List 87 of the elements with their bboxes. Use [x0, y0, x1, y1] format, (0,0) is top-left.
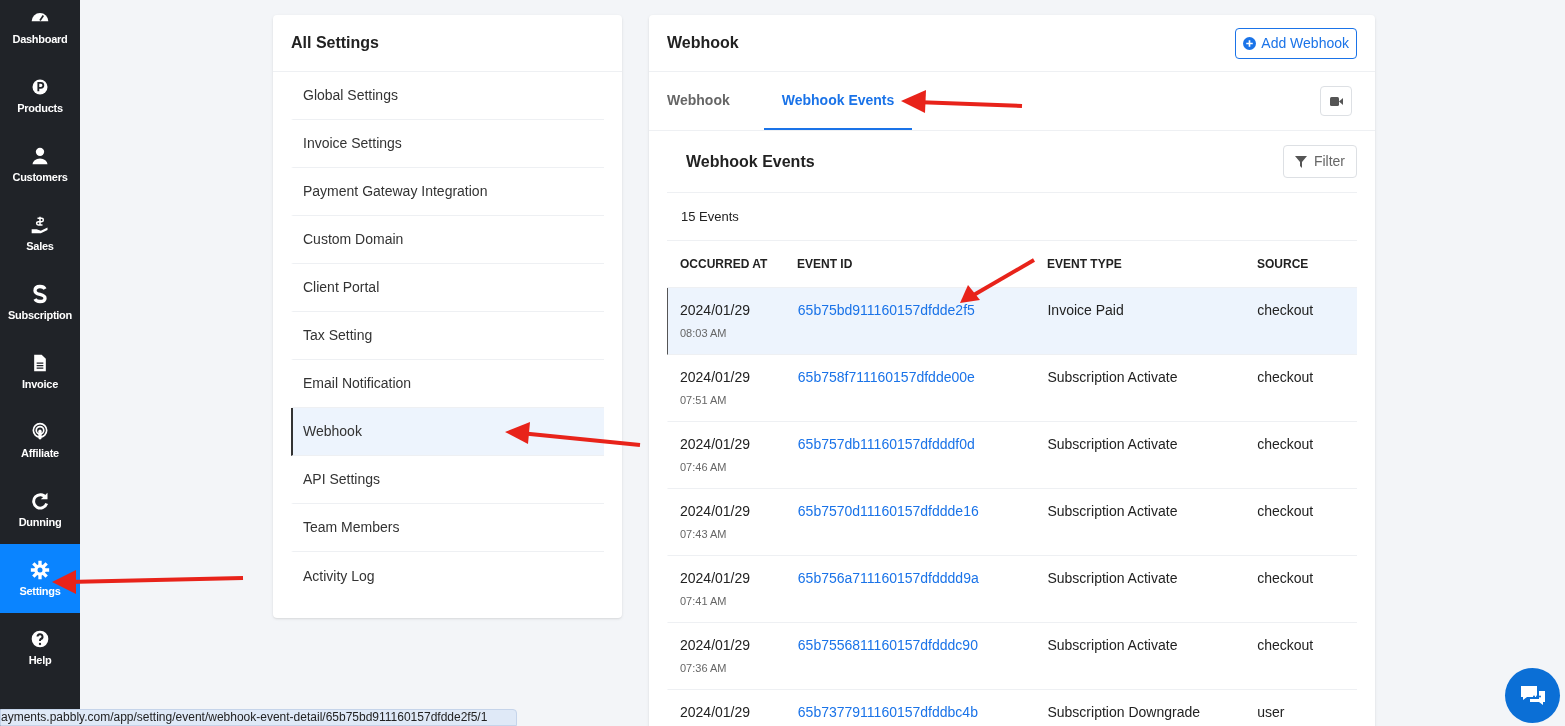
settings-menu-item[interactable]: Client Portal: [291, 264, 604, 312]
settings-menu-item[interactable]: Activity Log: [291, 552, 604, 600]
add-webhook-button[interactable]: Add Webhook: [1235, 27, 1357, 59]
table-row[interactable]: 2024/01/29 65b7377911160157dfddbc4b Subscription Downgrade user: [667, 690, 1357, 726]
sidebar-item[interactable]: Subscription: [0, 268, 80, 337]
settings-menu-item[interactable]: Custom Domain: [291, 216, 604, 264]
table-cell-text: Subscription Activate: [1047, 636, 1179, 655]
settings-title: All Settings: [273, 15, 622, 72]
settings-menu-item[interactable]: Payment Gateway Integration: [291, 168, 604, 216]
settings-menu-item[interactable]: Global Settings: [291, 72, 604, 120]
table-cell-text: checkout: [1257, 502, 1315, 521]
event-date: 2024/01/29: [680, 435, 752, 454]
tab[interactable]: Webhook: [667, 72, 730, 130]
event-date: 2024/01/29: [680, 301, 752, 320]
table-cell-text: user: [1257, 703, 1286, 722]
s-letter-icon: [30, 284, 50, 304]
help-icon: [30, 629, 50, 649]
event-date: 2024/01/29: [680, 703, 752, 722]
event-id-link[interactable]: 65b758f711160157dfdde00e: [797, 369, 975, 385]
filter-icon: [1294, 155, 1307, 168]
event-time: 08:03 AM: [680, 326, 728, 341]
p-circle-icon: [30, 77, 50, 97]
table-cell-text: Invoice Paid: [1047, 301, 1125, 320]
event-id-link[interactable]: 65b7570d11160157dfddde16: [797, 503, 979, 519]
event-id-link[interactable]: 65b7377911160157dfddbc4b: [797, 704, 978, 720]
sidebar-item[interactable]: Dashboard: [0, 0, 80, 61]
filter-button[interactable]: Filter: [1282, 145, 1357, 178]
table-row[interactable]: 2024/01/29 07:36 AM 65b7556811160157dfdddc90 Subscription Activate checkout: [667, 623, 1357, 690]
table-cell-text: Subscription Activate: [1047, 569, 1179, 588]
settings-menu-item[interactable]: API Settings: [291, 456, 604, 504]
table-row[interactable]: 2024/01/29 07:43 AM 65b7570d11160157dfddde16 Subscription Activate checkout: [667, 489, 1357, 556]
column-header: EVENT TYPE: [1047, 256, 1123, 273]
event-count: 15 Events: [681, 207, 739, 226]
event-date: 2024/01/29: [680, 636, 752, 655]
podcast-icon: [30, 422, 50, 442]
event-time: 07:41 AM: [680, 594, 728, 609]
sidebar-item[interactable]: Settings: [0, 544, 80, 613]
hand-dollar-icon: [30, 215, 50, 235]
event-date: 2024/01/29: [680, 569, 752, 588]
settings-menu-item[interactable]: Tax Setting: [291, 312, 604, 360]
event-id-link[interactable]: 65b75bd911160157dfdde2f5: [797, 302, 975, 318]
sidebar-item[interactable]: Invoice: [0, 337, 80, 406]
event-id-link[interactable]: 65b7556811160157dfdddc90: [797, 637, 978, 653]
table-cell-text: checkout: [1257, 368, 1315, 387]
event-time: 07:46 AM: [680, 460, 728, 475]
column-header: EVENT ID: [797, 256, 854, 273]
settings-menu-item[interactable]: Webhook: [291, 408, 604, 456]
event-time: 07:36 AM: [680, 661, 728, 676]
table-cell-text: Subscription Activate: [1047, 502, 1179, 521]
sidebar-item[interactable]: Products: [0, 61, 80, 130]
table-row[interactable]: 2024/01/29 07:41 AM 65b756a711160157dfdddd9a Subscription Activate checkout: [667, 556, 1357, 623]
panel-title: Webhook: [667, 33, 739, 53]
event-time: 07:51 AM: [680, 393, 728, 408]
table-row[interactable]: 2024/01/29 08:03 AM 65b75bd911160157dfdde2f5 Invoice Paid checkout: [667, 288, 1357, 355]
event-date: 2024/01/29: [680, 368, 752, 387]
sidebar-item[interactable]: Help: [0, 613, 80, 682]
section-title: Webhook Events: [686, 151, 815, 172]
table-cell-text: checkout: [1257, 569, 1315, 588]
sidebar-item[interactable]: Customers: [0, 130, 80, 199]
event-id-link[interactable]: 65b756a711160157dfdddd9a: [797, 570, 979, 586]
settings-icon: [30, 560, 50, 580]
event-id-link[interactable]: 65b757db11160157dfdddf0d: [797, 436, 975, 452]
settings-menu-item[interactable]: Invoice Settings: [291, 120, 604, 168]
user-icon: [30, 146, 50, 166]
table-cell-text: checkout: [1257, 435, 1315, 454]
redo-icon: [30, 491, 50, 511]
table-cell-text: Subscription Activate: [1047, 368, 1179, 387]
table-cell-text: Subscription Downgrade: [1047, 703, 1201, 722]
settings-menu-item[interactable]: Team Members: [291, 504, 604, 552]
event-date: 2024/01/29: [680, 502, 752, 521]
plus-circle-icon: [1243, 36, 1257, 50]
table-row[interactable]: 2024/01/29 07:46 AM 65b757db11160157dfdddf0d Subscription Activate checkout: [667, 422, 1357, 489]
column-header: SOURCE: [1257, 256, 1310, 273]
table-row[interactable]: 2024/01/29 07:51 AM 65b758f711160157dfdde00e Subscription Activate checkout: [667, 355, 1357, 422]
table-cell-text: Subscription Activate: [1047, 435, 1179, 454]
video-camera-icon: [1329, 96, 1343, 106]
table-cell-text: checkout: [1257, 636, 1315, 655]
column-header: OCCURRED AT: [679, 256, 769, 273]
status-bar-url: ayments.pabbly.com/app/setting/event/webhook-event-detail/65b75bd911160157dfdde2f5/1: [0, 709, 517, 726]
sidebar-item[interactable]: Sales: [0, 199, 80, 268]
event-time: 07:43 AM: [680, 527, 728, 542]
sidebar-item[interactable]: Affiliate: [0, 406, 80, 475]
sidebar-item[interactable]: Dunning: [0, 475, 80, 544]
video-button[interactable]: [1320, 86, 1352, 116]
chat-bubbles-icon: [1518, 683, 1547, 708]
chat-button[interactable]: [1505, 668, 1560, 723]
table-cell-text: checkout: [1257, 301, 1315, 320]
